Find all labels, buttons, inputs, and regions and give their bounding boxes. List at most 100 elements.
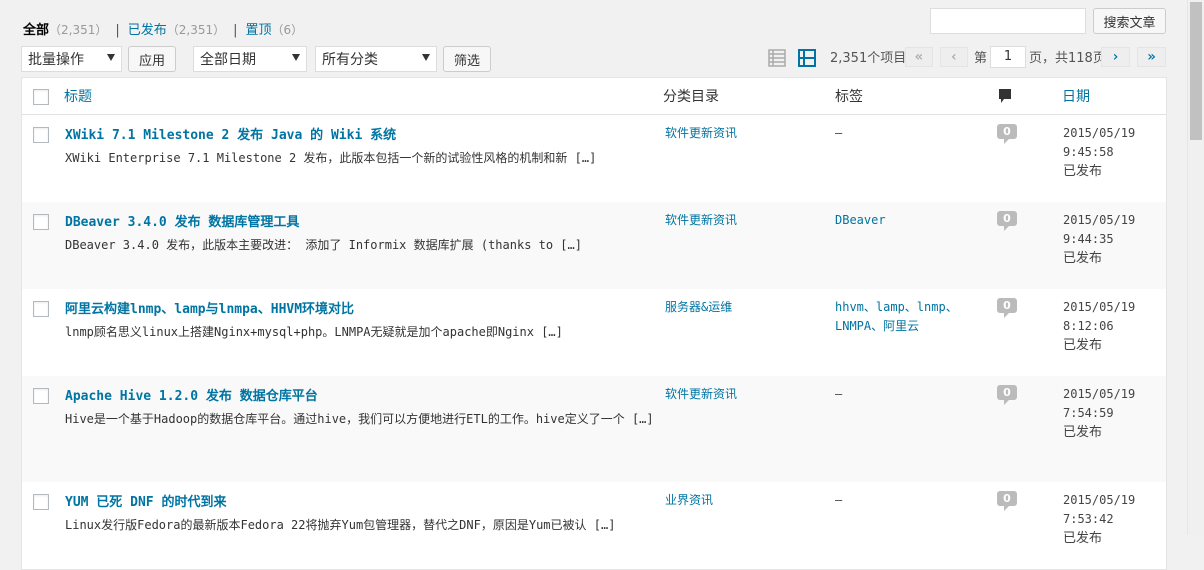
table-row: YUM 已死 DNF 的时代到来 Linux发行版Fedora的最新版本Fedo… (22, 482, 1166, 569)
comment-count-icon[interactable]: 0 (997, 211, 1017, 231)
table-row: 阿里云构建lnmp、lamp与lnmpa、HHVM环境对比 lnmp顾名思义li… (22, 289, 1166, 376)
post-tags: — (835, 493, 843, 507)
comment-count-icon[interactable]: 0 (997, 124, 1017, 144)
column-date-header[interactable]: 日期 (1062, 89, 1090, 105)
row-checkbox[interactable] (33, 127, 49, 143)
post-title-link[interactable]: XWiki 7.1 Milestone 2 发布 Java 的 Wiki 系统 (65, 124, 396, 143)
post-status: 已发布 (1063, 425, 1103, 440)
dropdown-arrow-icon (422, 54, 430, 61)
row-checkbox[interactable] (33, 388, 49, 404)
category-filter-select[interactable]: 所有分类 (315, 46, 437, 72)
column-title-header[interactable]: 标题 (64, 89, 92, 105)
list-view-icon[interactable] (768, 49, 786, 67)
category-filter-value: 所有分类 (322, 52, 378, 68)
search-posts-button[interactable]: 搜索文章 (1093, 8, 1166, 34)
post-date-time: 8:12:06 (1063, 319, 1114, 333)
comments-column-icon[interactable] (997, 88, 1013, 104)
dropdown-arrow-icon (107, 54, 115, 61)
post-date: 2015/05/19 9:45:58 已发布 (1063, 124, 1135, 181)
post-date-day: 2015/05/19 (1063, 300, 1136, 314)
post-category-link[interactable]: 服务器&运维 (665, 298, 732, 315)
post-category-link[interactable]: 软件更新资讯 (665, 124, 737, 141)
bulk-actions-select[interactable]: 批量操作 (21, 46, 122, 72)
prev-page-button[interactable]: ‹ (940, 47, 968, 67)
post-date: 2015/05/19 7:54:59 已发布 (1063, 385, 1135, 442)
post-date-day: 2015/05/19 (1063, 213, 1136, 227)
apply-button[interactable]: 应用 (128, 46, 176, 72)
post-status: 已发布 (1063, 251, 1103, 266)
filter-published-count: （2,351） (166, 23, 226, 37)
filter-sticky-count: （6） (271, 23, 304, 37)
select-all-checkbox[interactable] (33, 89, 49, 105)
filter-separator: | (115, 23, 120, 38)
post-date-day: 2015/05/19 (1063, 493, 1136, 507)
post-status: 已发布 (1063, 338, 1103, 353)
status-filters: 全部（2,351） | 已发布（2,351） | 置顶（6） (23, 19, 303, 38)
post-date-time: 9:45:58 (1063, 145, 1114, 159)
post-date-day: 2015/05/19 (1063, 126, 1136, 140)
page-prefix: 第 (974, 51, 988, 66)
comment-count-icon[interactable]: 0 (997, 491, 1017, 511)
items-count: 2,351个项目 (830, 51, 907, 66)
post-excerpt: XWiki Enterprise 7.1 Milestone 2 发布，此版本包… (65, 151, 597, 165)
post-excerpt: Hive是一个基于Hadoop的数据仓库平台。通过hive，我们可以方便地进行E… (65, 412, 654, 426)
filter-published-label[interactable]: 已发布 (128, 23, 167, 38)
filter-separator: | (233, 23, 238, 38)
filter-sticky[interactable]: 置顶（6） (246, 19, 304, 38)
post-date-time: 7:54:59 (1063, 406, 1114, 420)
post-date-time: 7:53:42 (1063, 512, 1114, 526)
post-title-link[interactable]: 阿里云构建lnmp、lamp与lnmpa、HHVM环境对比 (65, 298, 354, 317)
table-row: XWiki 7.1 Milestone 2 发布 Java 的 Wiki 系统 … (22, 115, 1166, 202)
filter-all[interactable]: 全部（2,351） (23, 19, 107, 38)
post-title-link[interactable]: Apache Hive 1.2.0 发布 数据仓库平台 (65, 385, 318, 404)
row-checkbox[interactable] (33, 494, 49, 510)
post-tags[interactable]: DBeaver (835, 211, 995, 230)
page-scrollbar[interactable] (1187, 0, 1204, 535)
date-filter-select[interactable]: 全部日期 (193, 46, 307, 72)
page-total: 页，共118页 (1029, 51, 1106, 66)
post-date-day: 2015/05/19 (1063, 387, 1136, 401)
post-tags: — (835, 126, 843, 140)
comment-count-icon[interactable]: 0 (997, 298, 1017, 318)
filter-all-count: （2,351） (49, 23, 108, 37)
post-excerpt: Linux发行版Fedora的最新版本Fedora 22将抛弃Yum包管理器，替… (65, 518, 616, 532)
filter-sticky-label[interactable]: 置顶 (246, 23, 272, 38)
post-date: 2015/05/19 9:44:35 已发布 (1063, 211, 1135, 268)
column-tags-header: 标签 (835, 89, 863, 105)
posts-table: 标题 分类目录 标签 日期 XWiki 7.1 Milestone 2 发布 J… (21, 77, 1167, 570)
post-date: 2015/05/19 8:12:06 已发布 (1063, 298, 1135, 355)
search-input[interactable] (930, 8, 1086, 34)
post-status: 已发布 (1063, 531, 1103, 546)
date-filter-value: 全部日期 (200, 52, 256, 68)
dropdown-arrow-icon (292, 54, 300, 61)
post-excerpt: DBeaver 3.4.0 发布，此版本主要改进： 添加了 Informix 数… (65, 238, 582, 252)
last-page-button[interactable]: » (1137, 47, 1166, 67)
post-date: 2015/05/19 7:53:42 已发布 (1063, 491, 1135, 548)
row-checkbox[interactable] (33, 214, 49, 230)
table-row: Apache Hive 1.2.0 发布 数据仓库平台 Hive是一个基于Had… (22, 376, 1166, 482)
excerpt-view-icon[interactable] (798, 49, 816, 67)
table-row: DBeaver 3.4.0 发布 数据库管理工具 DBeaver 3.4.0 发… (22, 202, 1166, 289)
post-tags[interactable]: hhvm、lamp、lnmp、LNMPA、阿里云 (835, 298, 995, 336)
column-category-header: 分类目录 (663, 89, 719, 105)
comment-count-icon[interactable]: 0 (997, 385, 1017, 405)
bulk-actions-value: 批量操作 (28, 52, 84, 68)
post-category-link[interactable]: 软件更新资讯 (665, 211, 737, 228)
table-header: 标题 分类目录 标签 日期 (22, 78, 1166, 115)
first-page-button[interactable]: « (905, 47, 933, 67)
post-title-link[interactable]: DBeaver 3.4.0 发布 数据库管理工具 (65, 211, 299, 230)
filter-all-label: 全部 (23, 23, 50, 38)
post-tags: — (835, 387, 843, 401)
post-category-link[interactable]: 软件更新资讯 (665, 385, 737, 402)
row-checkbox[interactable] (33, 301, 49, 317)
post-excerpt: lnmp顾名思义linux上搭建Nginx+mysql+php。LNMPA无疑就… (65, 325, 563, 339)
filter-published[interactable]: 已发布（2,351） (128, 19, 225, 38)
post-category-link[interactable]: 业界资讯 (665, 491, 713, 508)
post-status: 已发布 (1063, 164, 1103, 179)
post-date-time: 9:44:35 (1063, 232, 1114, 246)
filter-button[interactable]: 筛选 (443, 46, 491, 72)
current-page-input[interactable]: 1 (990, 46, 1026, 68)
scrollbar-thumb[interactable] (1190, 2, 1202, 140)
post-title-link[interactable]: YUM 已死 DNF 的时代到来 (65, 491, 226, 510)
next-page-button[interactable]: › (1101, 47, 1130, 67)
